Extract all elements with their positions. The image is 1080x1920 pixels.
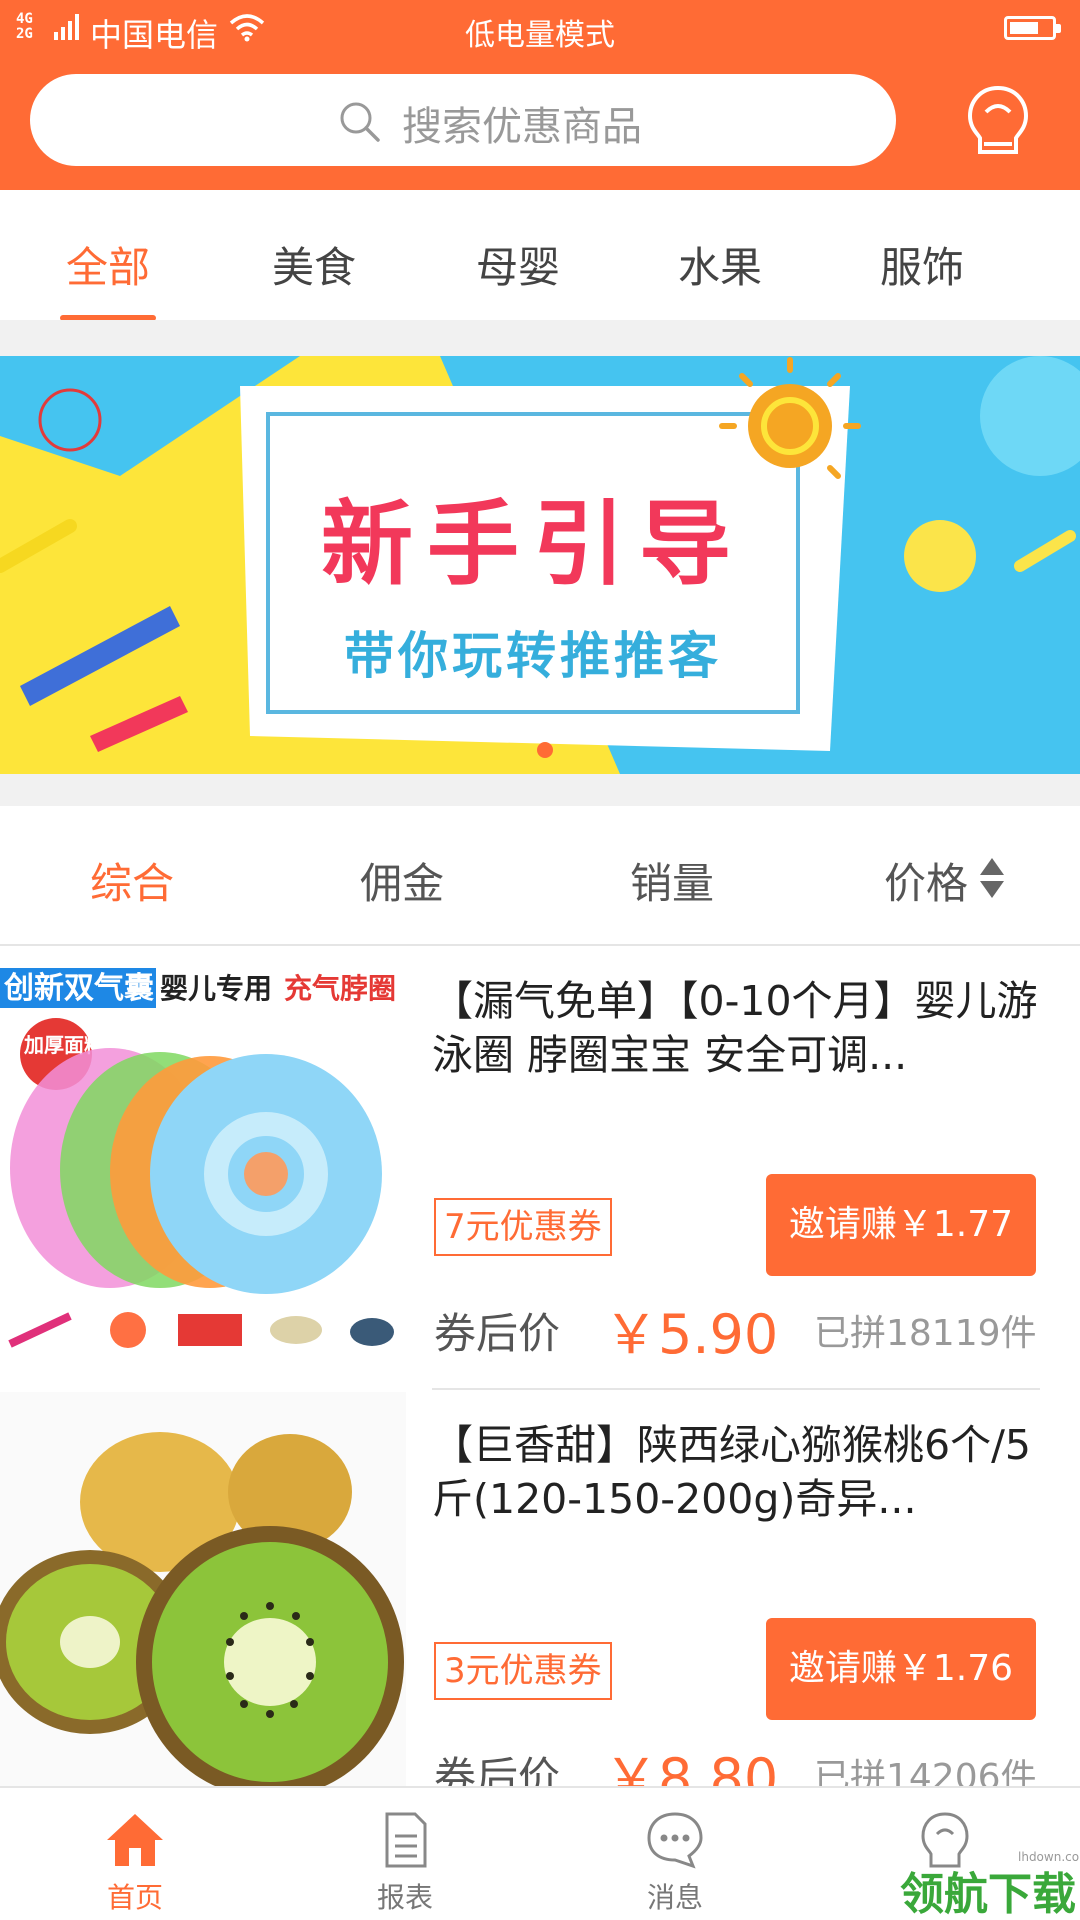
coupon-badge: 7元优惠券 <box>434 1198 612 1256</box>
banner-title: 新手引导 <box>320 491 745 598</box>
product-item[interactable]: 创新双气囊 婴儿专用 充气脖圈 加厚面料 【漏气免单】【0-10个月】婴儿游泳圈… <box>0 948 1080 1390</box>
app-header: 4G 2G 中国电信 低电量模式 搜索优惠商品 <box>0 0 1080 190</box>
banner-subtitle: 带你玩转推推客 <box>344 627 722 685</box>
tab-food[interactable]: 美食 <box>244 234 384 295</box>
sold-count: 已拼18119件 <box>814 1313 1037 1354</box>
product-title[interactable]: 【漏气免单】【0-10个月】婴儿游泳圈 脖圈宝宝 安全可调... <box>432 974 1042 1082</box>
home-icon <box>107 1814 163 1866</box>
tab-clothing[interactable]: 服饰 <box>852 234 992 295</box>
product-title[interactable]: 【巨香甜】陕西绿心猕猴桃6个/5斤(120-150-200g)奇异... <box>432 1418 1042 1526</box>
nav-label: 首页 <box>106 1881 163 1914</box>
product-item[interactable]: 【巨香甜】陕西绿心猕猴桃6个/5斤(120-150-200g)奇异... 3元优… <box>0 1392 1080 1810</box>
nav-home[interactable]: 首页 <box>0 1788 270 1920</box>
sort-commission[interactable]: 佣金 <box>360 850 444 911</box>
price-label: 券后价 <box>434 1309 561 1358</box>
battery-icon <box>1004 16 1061 40</box>
search-placeholder: 搜索优惠商品 <box>402 104 642 150</box>
nav-messages[interactable]: 消息 <box>540 1788 810 1920</box>
watermark-url: lhdown.com <box>1018 1850 1080 1864</box>
section-divider <box>0 774 1080 806</box>
tab-all[interactable]: 全部 <box>38 234 178 295</box>
item-divider <box>432 1388 1040 1390</box>
message-icon <box>647 1812 703 1869</box>
image-tag-mid: 婴儿专用 <box>160 972 272 1005</box>
product-image[interactable]: 创新双气囊 婴儿专用 充气脖圈 加厚面料 <box>0 948 406 1358</box>
sort-bar: 综合 佣金 销量 价格 <box>0 806 1080 946</box>
image-tag-left: 创新双气囊 <box>3 971 154 1006</box>
nav-label: 消息 <box>646 1881 703 1914</box>
report-icon <box>385 1812 427 1868</box>
search-icon <box>340 102 380 142</box>
tab-baby[interactable]: 母婴 <box>448 234 588 295</box>
invite-earn-button[interactable]: 邀请赚￥1.77 <box>766 1174 1036 1276</box>
search-input[interactable]: 搜索优惠商品 <box>30 74 896 166</box>
carousel-indicator-dot[interactable] <box>537 742 553 758</box>
category-tabs: 全部 美食 母婴 水果 服饰 <box>0 190 1080 321</box>
invite-earn-button[interactable]: 邀请赚￥1.76 <box>766 1618 1036 1720</box>
coupon-badge: 3元优惠券 <box>434 1642 612 1700</box>
image-tag-right: 充气脖圈 <box>284 972 396 1005</box>
product-price: ￥5.90 <box>604 1303 779 1366</box>
nav-report[interactable]: 报表 <box>270 1788 540 1920</box>
battery-mode-label: 低电量模式 <box>465 18 615 53</box>
user-profile-icon[interactable] <box>958 82 1038 162</box>
sort-toggle-icon[interactable] <box>978 856 1006 900</box>
tab-fruit[interactable]: 水果 <box>650 234 790 295</box>
product-image[interactable] <box>0 1392 406 1802</box>
section-divider <box>0 320 1080 356</box>
sort-comprehensive[interactable]: 综合 <box>90 850 174 911</box>
sort-price[interactable]: 价格 <box>884 850 968 911</box>
watermark-text: 领航下载 <box>900 1869 1076 1920</box>
status-bar: 4G 2G 中国电信 低电量模式 <box>0 0 1080 58</box>
sort-sales[interactable]: 销量 <box>630 850 714 911</box>
nav-label: 报表 <box>376 1881 433 1914</box>
